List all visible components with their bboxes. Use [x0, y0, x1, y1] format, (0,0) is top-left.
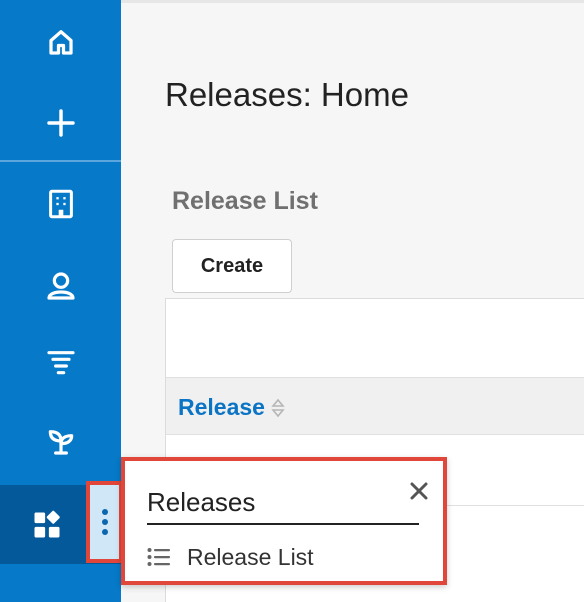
- close-button[interactable]: [405, 477, 433, 505]
- popup-item-label: Release List: [187, 543, 314, 570]
- building-icon: [48, 189, 73, 219]
- module-menu-button[interactable]: [86, 481, 123, 563]
- sidebar-item-accounts[interactable]: [0, 165, 121, 243]
- sidebar-item-quick-create[interactable]: [0, 84, 121, 162]
- list-icon: [147, 548, 170, 566]
- sidebar-item-leads[interactable]: [0, 323, 121, 401]
- sidebar-divider: [0, 160, 121, 162]
- table-header: Release: [166, 377, 584, 435]
- sidebar-item-home[interactable]: [0, 4, 121, 82]
- module-menu-popup: Releases Release List: [121, 457, 447, 585]
- page-title: Releases: Home: [165, 76, 409, 113]
- popup-item-release-list[interactable]: Release List: [147, 541, 314, 573]
- popup-divider: [147, 523, 419, 525]
- close-icon: [410, 482, 428, 500]
- sprout-icon: [48, 430, 73, 455]
- more-vertical-icon: [101, 509, 108, 535]
- user-icon: [46, 272, 75, 300]
- section-title: Release List: [172, 187, 318, 215]
- column-header-release[interactable]: Release: [178, 394, 285, 421]
- popup-title: Releases: [147, 487, 256, 517]
- sidebar-footer: [0, 564, 121, 602]
- plus-icon: [46, 109, 75, 137]
- column-header-label: Release: [178, 394, 265, 420]
- sidebar-item-opportunities[interactable]: [0, 402, 121, 480]
- create-button[interactable]: Create: [172, 239, 292, 293]
- sidebar-item-contacts[interactable]: [0, 247, 121, 325]
- sort-icon: [271, 398, 285, 417]
- apps-icon: [34, 510, 60, 537]
- filter-icon: [46, 351, 75, 375]
- home-icon: [48, 30, 73, 55]
